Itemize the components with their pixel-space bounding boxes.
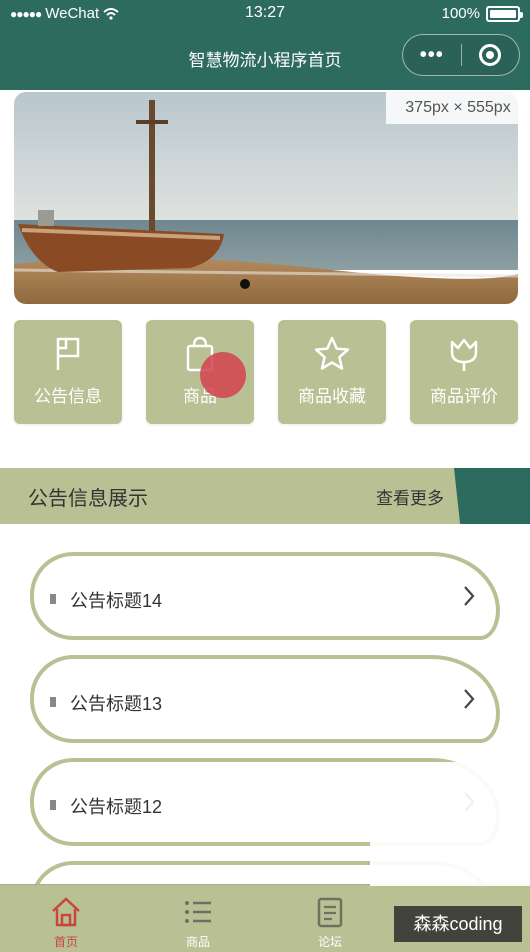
bullet-icon [50, 800, 56, 810]
list-item[interactable]: 公告标题14 [30, 552, 500, 640]
tab-forum[interactable]: 论坛 [264, 885, 396, 952]
tab-label: 论坛 [317, 935, 342, 949]
quick-item-favorites[interactable]: 商品收藏 [278, 320, 386, 424]
top-bar: ●●●●● WeChat 13:27 100% 智慧物流小程序首页 ••• [0, 0, 530, 90]
quick-item-label: 商品收藏 [298, 387, 366, 406]
tab-label: 首页 [53, 935, 78, 949]
home-icon [52, 897, 80, 927]
notice-title: 公告标题13 [70, 694, 163, 714]
notice-title: 公告标题14 [70, 591, 163, 611]
watermark: 森森coding [394, 906, 522, 942]
quick-item-label: 公告信息 [34, 387, 102, 406]
quick-item-label: 商品评价 [430, 387, 498, 406]
list-icon [185, 901, 211, 923]
fade-overlay [370, 762, 530, 886]
bullet-icon [50, 594, 56, 604]
chevron-right-icon [464, 689, 475, 709]
tab-home[interactable]: 首页 [0, 885, 132, 952]
section-accent [454, 468, 530, 524]
quick-menu: 公告信息 商品 商品收藏 商品评价 [14, 320, 518, 424]
tulip-icon [450, 338, 478, 371]
close-circle-icon [479, 44, 502, 66]
size-overlay: 375px × 555px [386, 92, 530, 124]
more-options-button[interactable]: ••• [403, 44, 461, 67]
chevron-right-icon [464, 586, 475, 606]
tab-goods[interactable]: 商品 [132, 885, 264, 952]
tab-label: 商品 [185, 935, 210, 949]
status-bar: ●●●●● WeChat 13:27 100% [0, 0, 530, 30]
star-icon [314, 336, 350, 370]
quick-item-reviews[interactable]: 商品评价 [410, 320, 518, 424]
list-item[interactable]: 公告标题13 [30, 655, 500, 743]
notice-title: 公告标题12 [70, 797, 163, 817]
quick-item-notices[interactable]: 公告信息 [14, 320, 122, 424]
battery-icon [486, 5, 523, 22]
touch-indicator [200, 352, 246, 398]
section-header: 公告信息展示 查看更多 [0, 468, 530, 524]
banner-indicator-dot[interactable] [240, 279, 250, 289]
flag-icon [56, 337, 80, 370]
section-title: 公告信息展示 [28, 488, 148, 510]
close-button[interactable] [461, 44, 519, 66]
bullet-icon [50, 697, 56, 707]
view-more-link[interactable]: 查看更多 [376, 484, 444, 509]
battery-percent: 100% [441, 5, 480, 22]
mini-program-capsule: ••• [402, 34, 520, 76]
document-icon [317, 897, 343, 928]
